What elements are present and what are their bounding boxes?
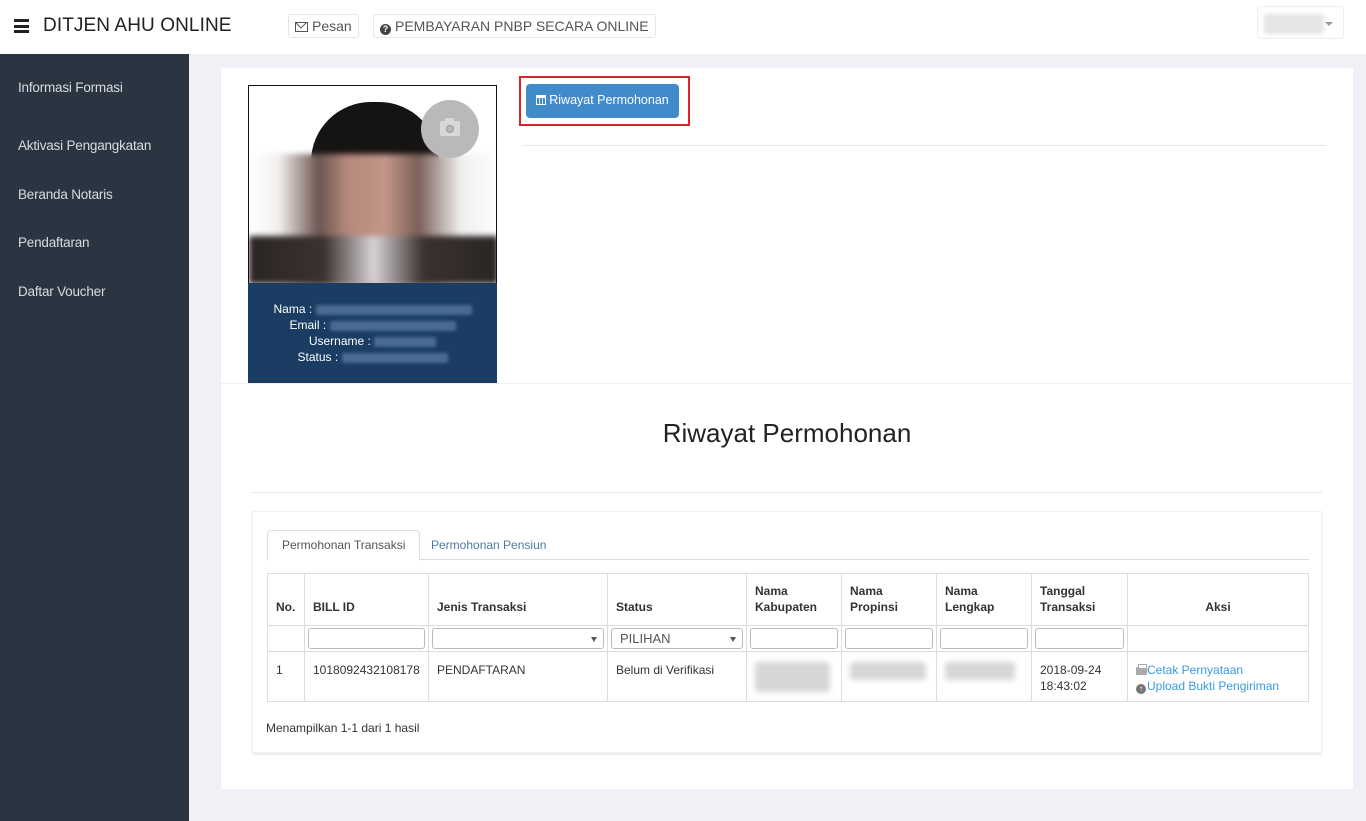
tab-permohonan-pensiun[interactable]: Permohonan Pensiun	[417, 531, 560, 561]
sidebar-item-informasi-formasi[interactable]: Informasi Formasi	[0, 54, 189, 112]
section-title: Riwayat Permohonan	[662, 418, 912, 448]
cell-status: Belum di Verifikasi	[607, 651, 747, 702]
filter-bill-id-input[interactable]	[308, 628, 425, 649]
filter-propinsi-input[interactable]	[845, 628, 933, 649]
riwayat-table: No. BILL ID Jenis Transaksi Status Nama …	[267, 573, 1309, 702]
cell-jenis: PENDAFTARAN	[428, 651, 608, 702]
profile-nama: Nama :	[248, 301, 497, 317]
main-content: Nama : Email : Username : Status : Riway…	[221, 68, 1353, 789]
col-status[interactable]: Status	[607, 573, 747, 626]
redacted-value	[755, 662, 830, 692]
col-bill-id[interactable]: BILL ID	[304, 573, 429, 626]
table-header-row: No. BILL ID Jenis Transaksi Status Nama …	[267, 573, 1309, 626]
pagination-summary: Menampilkan 1-1 dari 1 hasil	[266, 721, 420, 735]
pesan-button[interactable]: Pesan	[288, 14, 359, 38]
col-tanggal-transaksi[interactable]: Tanggal Transaksi	[1031, 573, 1128, 626]
cell-tanggal: 2018-09-24 18:43:02	[1031, 651, 1128, 702]
caret-down-icon	[1325, 22, 1333, 26]
col-nama-kabupaten[interactable]: Nama Kabupaten	[746, 573, 842, 626]
filter-nama-lengkap-input[interactable]	[940, 628, 1028, 649]
riwayat-permohonan-button[interactable]: Riwayat Permohonan	[526, 84, 679, 118]
cetak-pernyataan-link[interactable]: Cetak Pernyataan	[1136, 662, 1300, 678]
col-nama-propinsi[interactable]: Nama Propinsi	[841, 573, 937, 626]
profile-card: Nama : Email : Username : Status :	[248, 85, 497, 383]
redacted-value	[329, 320, 456, 331]
col-nama-lengkap[interactable]: Nama Lengkap	[936, 573, 1032, 626]
divider	[251, 492, 1322, 493]
hamburger-icon[interactable]	[14, 19, 29, 33]
divider	[523, 145, 1326, 146]
redacted-value	[341, 352, 448, 363]
print-icon	[1136, 664, 1147, 675]
profile-info: Nama : Email : Username : Status :	[248, 283, 497, 383]
cell-kabupaten	[746, 651, 842, 702]
sidebar: Informasi Formasi Aktivasi Pengangkatan …	[0, 54, 189, 821]
redacted-value	[850, 662, 926, 680]
cell-nama-lengkap	[936, 651, 1032, 702]
riwayat-button-label: Riwayat Permohonan	[549, 93, 669, 107]
cell-no: 1	[267, 651, 305, 702]
pnbp-payment-button[interactable]: ? PEMBAYARAN PNBP SECARA ONLINE	[373, 14, 656, 38]
tab-bar: Permohonan Transaksi Permohonan Pensiun	[267, 524, 1309, 561]
profile-photo	[248, 85, 497, 283]
profile-email: Email :	[248, 317, 497, 333]
cell-bill-id: 1018092432108178	[304, 651, 429, 702]
redacted-value	[315, 304, 472, 315]
question-circle-icon: ?	[380, 24, 391, 35]
filter-status-select[interactable]: PILIHAN	[611, 628, 743, 649]
app-brand[interactable]: DITJEN AHU ONLINE	[43, 15, 232, 37]
filter-jenis-transaksi-select[interactable]	[432, 628, 604, 649]
cell-propinsi	[841, 651, 937, 702]
riwayat-panel: Permohonan Transaksi Permohonan Pensiun …	[252, 511, 1322, 753]
col-aksi: Aksi	[1127, 573, 1309, 626]
top-navbar: DITJEN AHU ONLINE Pesan ? PEMBAYARAN PNBP…	[0, 0, 1366, 54]
pnbp-label: PEMBAYARAN PNBP SECARA ONLINE	[395, 18, 649, 34]
envelope-icon	[295, 22, 308, 32]
filter-row: PILIHAN	[267, 625, 1309, 652]
upload-icon: ↑	[1136, 684, 1146, 694]
table-row: 1 1018092432108178 PENDAFTARAN Belum di …	[267, 651, 1309, 702]
sidebar-item-beranda-notaris[interactable]: Beranda Notaris	[0, 161, 189, 210]
camera-icon[interactable]	[421, 100, 479, 158]
pesan-label: Pesan	[312, 18, 352, 34]
profile-username: Username :	[248, 333, 497, 349]
upload-bukti-pengiriman-link[interactable]: ↑ Upload Bukti Pengiriman	[1136, 678, 1300, 694]
cell-aksi: Cetak Pernyataan ↑ Upload Bukti Pengirima…	[1127, 651, 1309, 702]
sidebar-item-pendaftaran[interactable]: Pendaftaran	[0, 209, 189, 258]
profile-status: Status :	[248, 349, 497, 365]
user-menu-dropdown[interactable]	[1257, 6, 1344, 39]
filter-tanggal-input[interactable]	[1035, 628, 1124, 649]
sidebar-item-daftar-voucher[interactable]: Daftar Voucher	[0, 258, 189, 307]
divider	[221, 383, 1353, 384]
tab-permohonan-transaksi[interactable]: Permohonan Transaksi	[267, 530, 421, 561]
redacted-value	[945, 662, 1015, 680]
calendar-icon	[536, 95, 547, 105]
sidebar-item-aktivasi-pengangkatan[interactable]: Aktivasi Pengangkatan	[0, 112, 189, 161]
col-jenis-transaksi[interactable]: Jenis Transaksi	[428, 573, 608, 626]
redacted-value	[374, 336, 437, 347]
col-no[interactable]: No.	[267, 573, 305, 626]
user-name-redacted	[1264, 14, 1324, 34]
filter-kabupaten-input[interactable]	[750, 628, 838, 649]
